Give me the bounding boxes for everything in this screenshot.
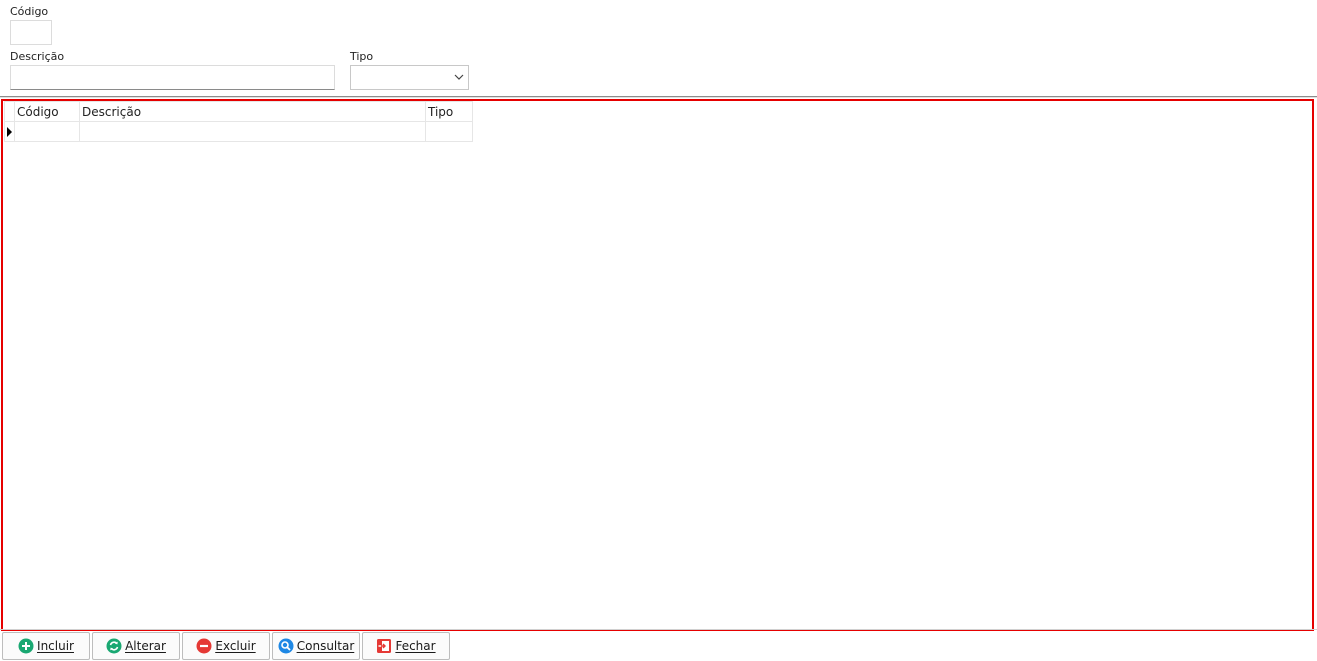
row-indicator bbox=[4, 121, 15, 142]
codigo-label: Código bbox=[10, 5, 49, 18]
codigo-input[interactable] bbox=[10, 20, 52, 45]
incluir-label: Incluir bbox=[37, 639, 74, 653]
incluir-button[interactable]: Incluir bbox=[2, 632, 90, 660]
descricao-label: Descrição bbox=[10, 50, 65, 63]
consultar-label: Consultar bbox=[296, 639, 355, 653]
column-header-codigo[interactable]: Código bbox=[14, 101, 80, 122]
current-row-arrow-icon bbox=[7, 127, 12, 137]
tipo-label: Tipo bbox=[350, 50, 374, 63]
excluir-button[interactable]: Excluir bbox=[182, 632, 270, 660]
descricao-input[interactable] bbox=[10, 65, 335, 90]
column-header-descricao[interactable]: Descrição bbox=[79, 101, 426, 122]
form-separator bbox=[0, 96, 1317, 98]
column-header-tipo[interactable]: Tipo bbox=[425, 101, 473, 122]
exit-door-icon bbox=[377, 639, 392, 653]
table-row[interactable] bbox=[4, 121, 473, 142]
results-table: Código Descrição Tipo bbox=[4, 101, 473, 142]
fechar-button[interactable]: Fechar bbox=[362, 632, 450, 660]
refresh-circle-icon bbox=[106, 638, 122, 654]
chevron-down-icon bbox=[454, 74, 464, 80]
minus-circle-icon bbox=[196, 638, 212, 654]
table-cell-codigo[interactable] bbox=[14, 121, 80, 142]
table-header-row: Código Descrição Tipo bbox=[4, 101, 473, 122]
toolbar-separator bbox=[0, 629, 1317, 630]
tipo-select[interactable] bbox=[350, 65, 469, 90]
excluir-label: Excluir bbox=[215, 639, 256, 653]
alterar-label: Alterar bbox=[125, 639, 166, 653]
table-cell-descricao[interactable] bbox=[79, 121, 426, 142]
row-indicator-header bbox=[4, 101, 15, 122]
plus-circle-icon bbox=[18, 638, 34, 654]
results-grid[interactable]: Código Descrição Tipo bbox=[1, 99, 1314, 631]
magnifier-icon bbox=[278, 638, 294, 654]
table-cell-tipo[interactable] bbox=[425, 121, 473, 142]
alterar-button[interactable]: Alterar bbox=[92, 632, 180, 660]
consultar-button[interactable]: Consultar bbox=[272, 632, 360, 660]
fechar-label: Fechar bbox=[395, 639, 436, 653]
